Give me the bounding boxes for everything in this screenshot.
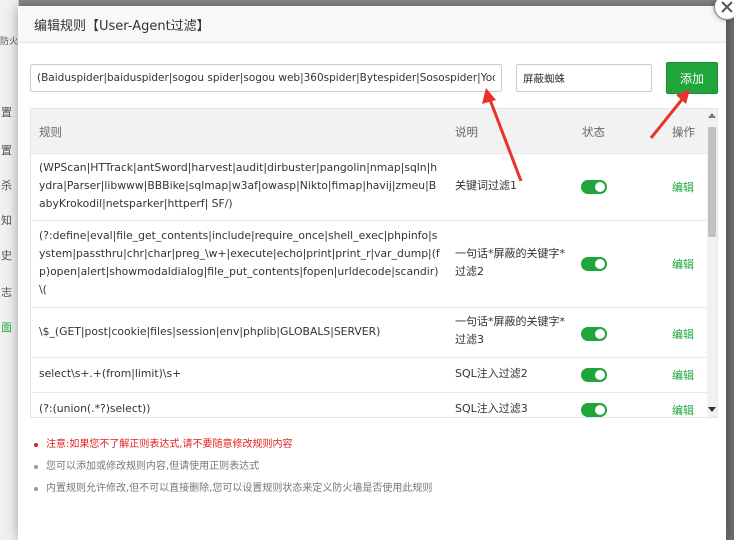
status-toggle[interactable] (581, 368, 607, 382)
rule-text: (?:define|eval|file_get_contents|include… (39, 229, 440, 296)
warning-note: 注意:如果您不了解正则表达式,请不要随意修改规则内容 (34, 434, 714, 456)
background-text: 杀 (1, 179, 12, 192)
info-note: 内置规则允许修改,但不可以直接删除,您可以设置规则状态来定义防火墙是否使用此规则 (34, 478, 714, 500)
status-toggle[interactable] (581, 327, 607, 341)
description-input[interactable] (516, 64, 652, 92)
background-text: 知 (1, 214, 12, 227)
dialog-header: 编辑规则【User-Agent过滤】 (18, 6, 726, 43)
add-button[interactable]: 添加 (666, 62, 718, 94)
rule-description: SQL注入过滤2 (455, 367, 528, 380)
edit-rule-dialog: 编辑规则【User-Agent过滤】 添加 规则 说明 状态 操作 (WPSca… (18, 0, 734, 540)
status-toggle[interactable] (581, 403, 607, 417)
edit-link[interactable]: 编辑 (672, 179, 694, 195)
arrow-down-icon[interactable] (708, 407, 716, 412)
background-page: 防火 置 置 杀 知 史 志 面 (0, 0, 19, 540)
table-row: \$_(GET|post|cookie|files|session|env|ph… (31, 307, 707, 358)
table-row: (?:define|eval|file_get_contents|include… (31, 220, 707, 308)
edit-link[interactable]: 编辑 (672, 326, 694, 342)
rules-table: 规则 说明 状态 操作 (WPScan|HTTrack|antSword|har… (30, 108, 718, 418)
rule-description: SQL注入过滤3 (455, 402, 528, 415)
rule-text: select\s+.+(from|limit)\s+ (39, 367, 182, 380)
help-notes: 注意:如果您不了解正则表达式,请不要随意修改规则内容 您可以添加或修改规则内容,… (34, 434, 714, 500)
edit-link[interactable]: 编辑 (672, 256, 694, 272)
column-header-rule: 规则 (39, 125, 62, 139)
close-icon (721, 1, 733, 13)
table-header: 规则 说明 状态 操作 (31, 109, 707, 154)
edit-link[interactable]: 编辑 (672, 402, 694, 417)
background-text: 置 (1, 144, 12, 157)
edit-link[interactable]: 编辑 (672, 367, 694, 383)
rule-text: (WPScan|HTTrack|antSword|harvest|audit|d… (39, 161, 438, 210)
rule-description: 关键词过滤1 (455, 179, 517, 192)
column-header-status: 状态 (582, 125, 605, 139)
column-header-description: 说明 (455, 125, 478, 139)
rule-text: (?:(union(.*?)select)) (39, 402, 151, 415)
dialog-title: 编辑规则【User-Agent过滤】 (34, 19, 210, 34)
table-row: select\s+.+(from|limit)\s+ SQL注入过滤2 编辑 (31, 357, 707, 393)
arrow-up-icon[interactable] (708, 113, 716, 118)
background-text: 志 (1, 286, 12, 299)
table-row: (WPScan|HTTrack|antSword|harvest|audit|d… (31, 153, 707, 221)
status-toggle[interactable] (581, 180, 607, 194)
table-row: (?:(union(.*?)select)) SQL注入过滤3 编辑 (31, 392, 707, 417)
rule-description: 一句话*屏蔽的关键字*过滤3 (455, 315, 565, 346)
background-text: 史 (1, 249, 12, 262)
rule-description: 一句话*屏蔽的关键字*过滤2 (455, 247, 565, 278)
rule-text: \$_(GET|post|cookie|files|session|env|ph… (39, 325, 381, 338)
table-scrollbar[interactable] (707, 109, 717, 417)
background-text: 面 (1, 321, 12, 334)
background-text: 置 (1, 106, 12, 119)
info-note: 您可以添加或修改规则内容,但请使用正则表达式 (34, 456, 714, 478)
background-text: 防火 (0, 37, 19, 47)
scrollbar-thumb[interactable] (708, 127, 716, 237)
column-header-action: 操作 (672, 125, 695, 139)
status-toggle[interactable] (581, 257, 607, 271)
rule-input[interactable] (30, 64, 502, 92)
